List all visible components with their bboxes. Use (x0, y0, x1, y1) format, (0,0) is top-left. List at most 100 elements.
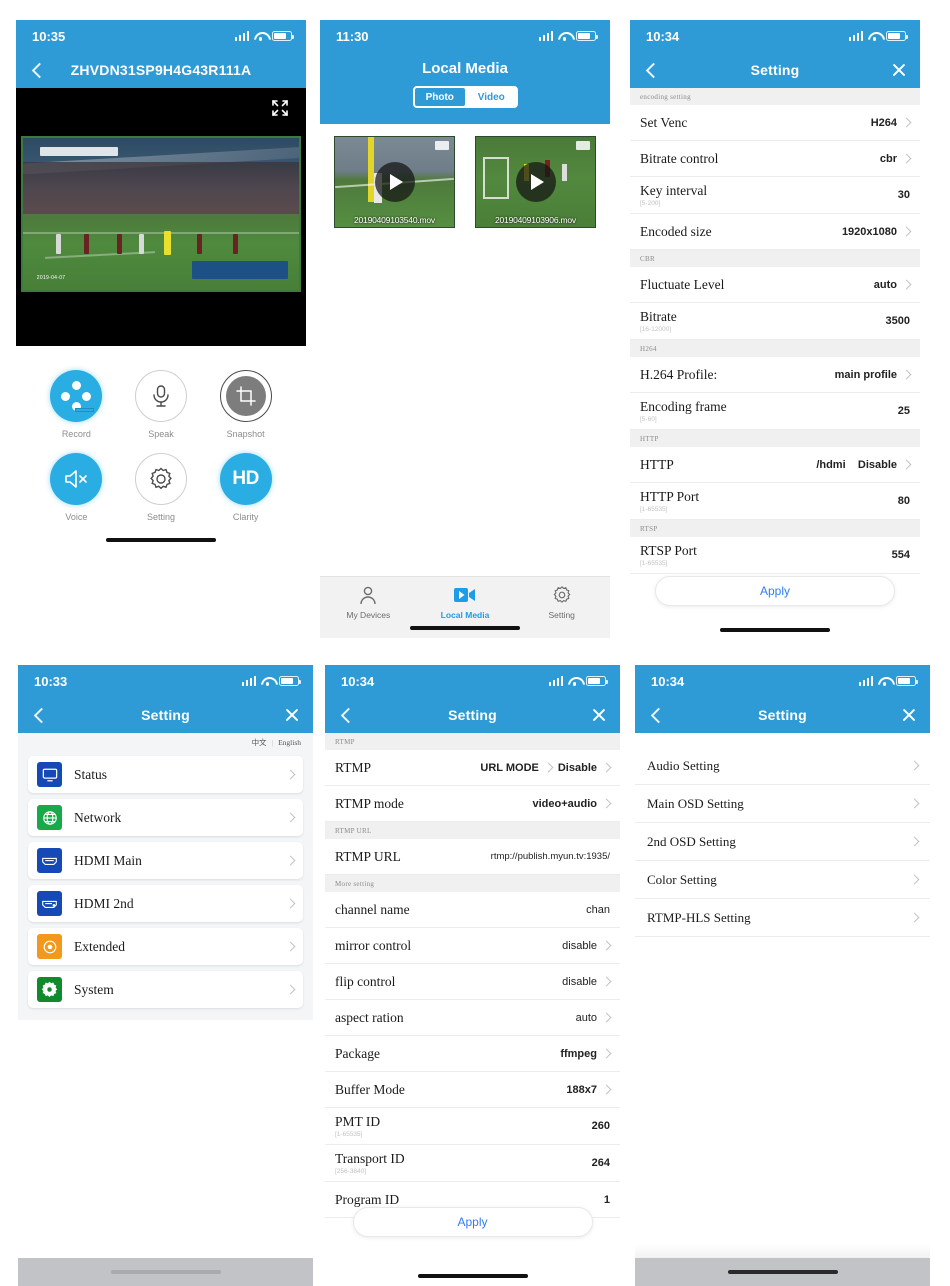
lang-english[interactable]: English (278, 738, 301, 747)
row-value[interactable]: 80 (898, 495, 910, 507)
row-encoding-frame[interactable]: Encoding frame [5-60] 25 (630, 393, 920, 430)
menu-item-status[interactable]: Status (28, 756, 303, 793)
row-flip-control[interactable]: flip control disable (325, 964, 620, 1000)
tab-local-media[interactable]: Local Media (417, 584, 514, 620)
lang-chinese[interactable]: 中文 (252, 737, 267, 748)
section-header: RTMP URL (325, 822, 620, 839)
screenshot-root: 10:35 ZHVDN31SP9H4G43R111A 2019-04-07 Re… (0, 0, 950, 1286)
tab-my-devices[interactable]: My Devices (320, 584, 417, 620)
play-icon[interactable] (515, 162, 556, 202)
row-value[interactable]: 260 (592, 1120, 610, 1132)
apply-button[interactable]: Apply (352, 1207, 593, 1237)
row-fluctuate-level[interactable]: Fluctuate Level auto (630, 267, 920, 303)
row-mirror-control[interactable]: mirror control disable (325, 928, 620, 964)
row-value[interactable]: 264 (592, 1157, 610, 1169)
row-rtmp-mode[interactable]: RTMP mode video+audio (325, 786, 620, 822)
menu-item-hdmi-main[interactable]: HDMI Main (28, 842, 303, 879)
row-transport-id[interactable]: Transport ID [256-3840] 264 (325, 1145, 620, 1182)
apply-button[interactable]: Apply (655, 576, 895, 606)
row-label: Buffer Mode (335, 1081, 405, 1097)
menu-label: Status (74, 766, 108, 782)
row-h264-profile[interactable]: H.264 Profile: main profile (630, 357, 920, 393)
speak-button[interactable]: Speak (119, 370, 204, 439)
battery-icon (272, 31, 294, 41)
row-http-port[interactable]: HTTP Port [1-65535] 80 (630, 483, 920, 520)
menu-item-system[interactable]: System (28, 971, 303, 1008)
row-value[interactable]: 554 (892, 549, 910, 561)
media-item[interactable]: 20190409103540.mov (334, 136, 455, 228)
close-icon[interactable] (283, 706, 301, 724)
wifi-icon (878, 676, 891, 686)
row-encoded-size[interactable]: Encoded size 1920x1080 (630, 214, 920, 250)
play-icon[interactable] (374, 162, 415, 202)
menu-item-color-setting[interactable]: Color Setting (635, 861, 930, 899)
row-range-hint: [256-3840] (335, 1168, 367, 1175)
chevron-right-icon (909, 798, 920, 809)
menu-item-main-osd-setting[interactable]: Main OSD Setting (635, 785, 930, 823)
battery-icon (896, 676, 918, 686)
record-button[interactable]: Record (34, 370, 119, 439)
close-icon[interactable] (590, 706, 608, 724)
row-range-hint: [16-12000] (640, 326, 672, 333)
menu-item-rtmp-hls-setting[interactable]: RTMP-HLS Setting (635, 899, 930, 937)
settings-card-list: Status Network HDMI Main HDMI 2nd Extend… (18, 752, 313, 1024)
segment-photo[interactable]: Photo (413, 87, 466, 107)
menu-label: System (74, 981, 114, 997)
row-pmt-id[interactable]: PMT ID [1-65535] 260 (325, 1108, 620, 1145)
chevron-right-icon (601, 1084, 612, 1095)
language-switch[interactable]: 中文 | English (18, 733, 313, 752)
row-value[interactable]: chan (586, 904, 610, 916)
row-buffer-mode[interactable]: Buffer Mode 188x7 (325, 1072, 620, 1108)
row-rtmp-url[interactable]: RTMP URL rtmp://publish.myun.tv:1935/ (325, 839, 620, 875)
row-value[interactable]: 30 (898, 189, 910, 201)
menu-item-audio-setting[interactable]: Audio Setting (635, 747, 930, 785)
close-icon[interactable] (900, 706, 918, 724)
home-indicator (410, 626, 520, 630)
back-icon[interactable] (30, 706, 48, 724)
settings-list: RTMP RTMP URL MODE Disable RTMP mode vid… (325, 733, 620, 1218)
menu-item-hdmi-2nd[interactable]: HDMI 2nd (28, 885, 303, 922)
close-icon[interactable] (890, 61, 908, 79)
gear-icon (37, 977, 62, 1002)
voice-button[interactable]: Voice (34, 453, 119, 522)
clarity-button[interactable]: HD Clarity (203, 453, 288, 522)
row-bitrate[interactable]: Bitrate [16-12000] 3500 (630, 303, 920, 340)
status-bar: 10:34 (630, 20, 920, 52)
row-value[interactable]: 3500 (886, 315, 910, 327)
row-rtsp-port[interactable]: RTSP Port [1-65535] 554 (630, 537, 920, 574)
status-icons (548, 676, 608, 686)
fullscreen-icon[interactable] (270, 98, 290, 118)
row-channel-name[interactable]: channel name chan (325, 892, 620, 928)
menu-item-2nd-osd-setting[interactable]: 2nd OSD Setting (635, 823, 930, 861)
back-icon[interactable] (28, 61, 46, 79)
row-value[interactable]: 25 (898, 405, 910, 417)
status-time: 10:33 (34, 673, 68, 689)
row-aspect-ration[interactable]: aspect ration auto (325, 1000, 620, 1036)
video-player[interactable]: 2019-04-07 (16, 88, 306, 346)
menu-item-extended[interactable]: Extended (28, 928, 303, 965)
back-icon[interactable] (337, 706, 355, 724)
media-item[interactable]: 20190409103906.mov (475, 136, 596, 228)
tab-setting[interactable]: Setting (513, 584, 610, 620)
row-label: PMT ID (335, 1114, 381, 1129)
row-value[interactable]: 1 (604, 1194, 610, 1206)
menu-item-network[interactable]: Network (28, 799, 303, 836)
apply-button-container: Apply (630, 576, 920, 606)
media-type-segmented-control[interactable]: Photo Video (412, 86, 518, 108)
segment-video[interactable]: Video (466, 87, 517, 107)
speak-label: Speak (148, 429, 174, 439)
row-package[interactable]: Package ffmpeg (325, 1036, 620, 1072)
back-icon[interactable] (642, 61, 660, 79)
snapshot-button[interactable]: Snapshot (203, 370, 288, 439)
panel-advanced-setting: 10:34 Setting Audio Setting Main OSD Set… (635, 665, 930, 1286)
setting-button[interactable]: Setting (119, 453, 204, 522)
row-http[interactable]: HTTP /hdmi Disable (630, 447, 920, 483)
back-icon[interactable] (647, 706, 665, 724)
row-rtmp[interactable]: RTMP URL MODE Disable (325, 750, 620, 786)
row-bitrate-control[interactable]: Bitrate control cbr (630, 141, 920, 177)
row-key-interval[interactable]: Key interval [5-200] 30 (630, 177, 920, 214)
row-set-venc[interactable]: Set Venc H264 (630, 105, 920, 141)
home-indicator-strip (18, 1258, 313, 1286)
row-value[interactable]: rtmp://publish.myun.tv:1935/ (491, 851, 610, 862)
status-time: 10:34 (651, 673, 685, 689)
